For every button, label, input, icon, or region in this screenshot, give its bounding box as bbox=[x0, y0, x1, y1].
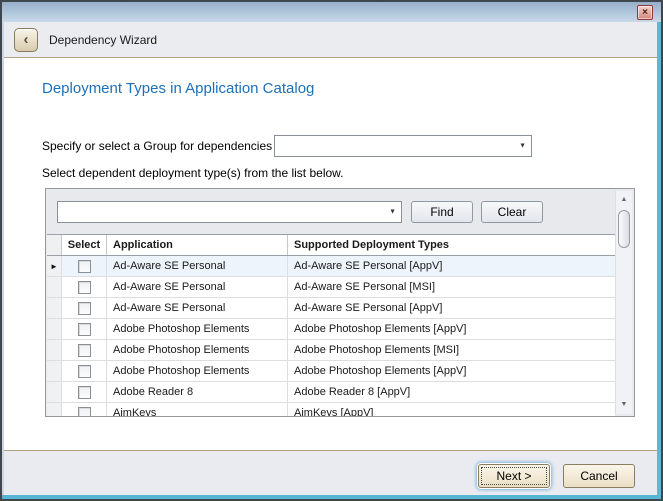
list-label: Select dependent deployment type(s) from… bbox=[42, 166, 344, 180]
row-indicator-cell bbox=[47, 382, 62, 402]
deployment-table: Select Application Supported Deployment … bbox=[47, 234, 615, 417]
deployment-type-cell: Ad-Aware SE Personal [AppV] bbox=[288, 256, 615, 276]
row-indicator-cell bbox=[47, 340, 62, 360]
table-row[interactable]: Adobe Photoshop Elements Adobe Photoshop… bbox=[47, 319, 615, 340]
row-indicator-header-cell bbox=[47, 235, 62, 255]
deployment-type-cell: AimKeys [AppV] bbox=[288, 403, 615, 417]
application-cell: Adobe Photoshop Elements bbox=[107, 361, 288, 381]
row-indicator-cell bbox=[47, 403, 62, 417]
deployment-type-cell: Adobe Photoshop Elements [AppV] bbox=[288, 361, 615, 381]
select-cell bbox=[62, 361, 107, 381]
scroll-up-icon[interactable]: ▲ bbox=[616, 192, 632, 208]
current-row-icon: ► bbox=[50, 262, 58, 271]
row-indicator-cell bbox=[47, 298, 62, 318]
page-title: Deployment Types in Application Catalog bbox=[42, 80, 314, 97]
table-row[interactable]: Ad-Aware SE Personal Ad-Aware SE Persona… bbox=[47, 298, 615, 319]
cancel-button[interactable]: Cancel bbox=[563, 464, 635, 488]
group-input[interactable] bbox=[275, 136, 513, 156]
column-header-select[interactable]: Select bbox=[62, 235, 107, 255]
back-icon: ‹ bbox=[24, 31, 29, 48]
search-input[interactable] bbox=[58, 202, 383, 222]
window-border-left bbox=[2, 22, 4, 499]
application-cell: Adobe Photoshop Elements bbox=[107, 340, 288, 360]
chevron-down-icon[interactable]: ▼ bbox=[519, 143, 526, 150]
row-checkbox[interactable] bbox=[78, 407, 91, 418]
next-button[interactable]: Next > bbox=[478, 464, 550, 488]
row-checkbox[interactable] bbox=[78, 323, 91, 336]
application-cell: Ad-Aware SE Personal bbox=[107, 298, 288, 318]
window-border-bottom bbox=[2, 495, 661, 499]
application-cell: Ad-Aware SE Personal bbox=[107, 277, 288, 297]
select-cell bbox=[62, 319, 107, 339]
dependency-wizard-window: × ‹ Dependency Wizard Deployment Types i… bbox=[0, 0, 663, 501]
footer: Next > Cancel bbox=[2, 450, 661, 495]
row-checkbox[interactable] bbox=[78, 260, 91, 273]
wizard-title: Dependency Wizard bbox=[49, 33, 157, 47]
group-label: Specify or select a Group for dependenci… bbox=[42, 139, 272, 153]
row-indicator-cell bbox=[47, 361, 62, 381]
table-row[interactable]: Adobe Reader 8 Adobe Reader 8 [AppV] bbox=[47, 382, 615, 403]
select-cell bbox=[62, 298, 107, 318]
table-header-row: Select Application Supported Deployment … bbox=[47, 235, 615, 256]
table-row[interactable]: AimKeys AimKeys [AppV] bbox=[47, 403, 615, 417]
application-cell: Adobe Photoshop Elements bbox=[107, 319, 288, 339]
select-cell bbox=[62, 340, 107, 360]
application-cell: Adobe Reader 8 bbox=[107, 382, 288, 402]
titlebar: × bbox=[2, 2, 661, 22]
deployment-list-panel: ▼ Find Clear Select Application Supporte… bbox=[45, 188, 635, 417]
close-button[interactable]: × bbox=[637, 5, 653, 20]
select-cell bbox=[62, 403, 107, 417]
column-header-application[interactable]: Application bbox=[107, 235, 288, 255]
select-cell bbox=[62, 256, 107, 276]
find-button[interactable]: Find bbox=[411, 201, 473, 223]
table-row[interactable]: Ad-Aware SE Personal Ad-Aware SE Persona… bbox=[47, 277, 615, 298]
scrollbar-thumb[interactable] bbox=[618, 210, 630, 248]
deployment-type-cell: Adobe Photoshop Elements [AppV] bbox=[288, 319, 615, 339]
back-button[interactable]: ‹ bbox=[14, 28, 38, 52]
row-checkbox[interactable] bbox=[78, 365, 91, 378]
deployment-type-cell: Adobe Photoshop Elements [MSI] bbox=[288, 340, 615, 360]
deployment-type-cell: Ad-Aware SE Personal [MSI] bbox=[288, 277, 615, 297]
select-cell bbox=[62, 277, 107, 297]
row-indicator-cell bbox=[47, 277, 62, 297]
application-cell: Ad-Aware SE Personal bbox=[107, 256, 288, 276]
scroll-down-icon[interactable]: ▼ bbox=[616, 397, 632, 413]
chevron-down-icon[interactable]: ▼ bbox=[389, 209, 396, 216]
vertical-scrollbar[interactable]: ▲ ▼ bbox=[615, 191, 632, 414]
deployment-type-cell: Adobe Reader 8 [AppV] bbox=[288, 382, 615, 402]
table-row[interactable]: Adobe Photoshop Elements Adobe Photoshop… bbox=[47, 361, 615, 382]
table-row[interactable]: ► Ad-Aware SE Personal Ad-Aware SE Perso… bbox=[47, 256, 615, 277]
row-indicator-cell: ► bbox=[47, 256, 62, 276]
clear-button[interactable]: Clear bbox=[481, 201, 543, 223]
wizard-header: ‹ Dependency Wizard bbox=[2, 22, 661, 58]
row-checkbox[interactable] bbox=[78, 281, 91, 294]
row-indicator-cell bbox=[47, 319, 62, 339]
application-cell: AimKeys bbox=[107, 403, 288, 417]
row-checkbox[interactable] bbox=[78, 344, 91, 357]
close-icon: × bbox=[642, 7, 648, 18]
row-checkbox[interactable] bbox=[78, 302, 91, 315]
deployment-type-cell: Ad-Aware SE Personal [AppV] bbox=[288, 298, 615, 318]
select-cell bbox=[62, 382, 107, 402]
table-row[interactable]: Adobe Photoshop Elements Adobe Photoshop… bbox=[47, 340, 615, 361]
window-border-right bbox=[657, 22, 661, 499]
group-combobox[interactable]: ▼ bbox=[274, 135, 532, 157]
search-combobox[interactable]: ▼ bbox=[57, 201, 402, 223]
column-header-types[interactable]: Supported Deployment Types bbox=[288, 235, 615, 255]
row-checkbox[interactable] bbox=[78, 386, 91, 399]
